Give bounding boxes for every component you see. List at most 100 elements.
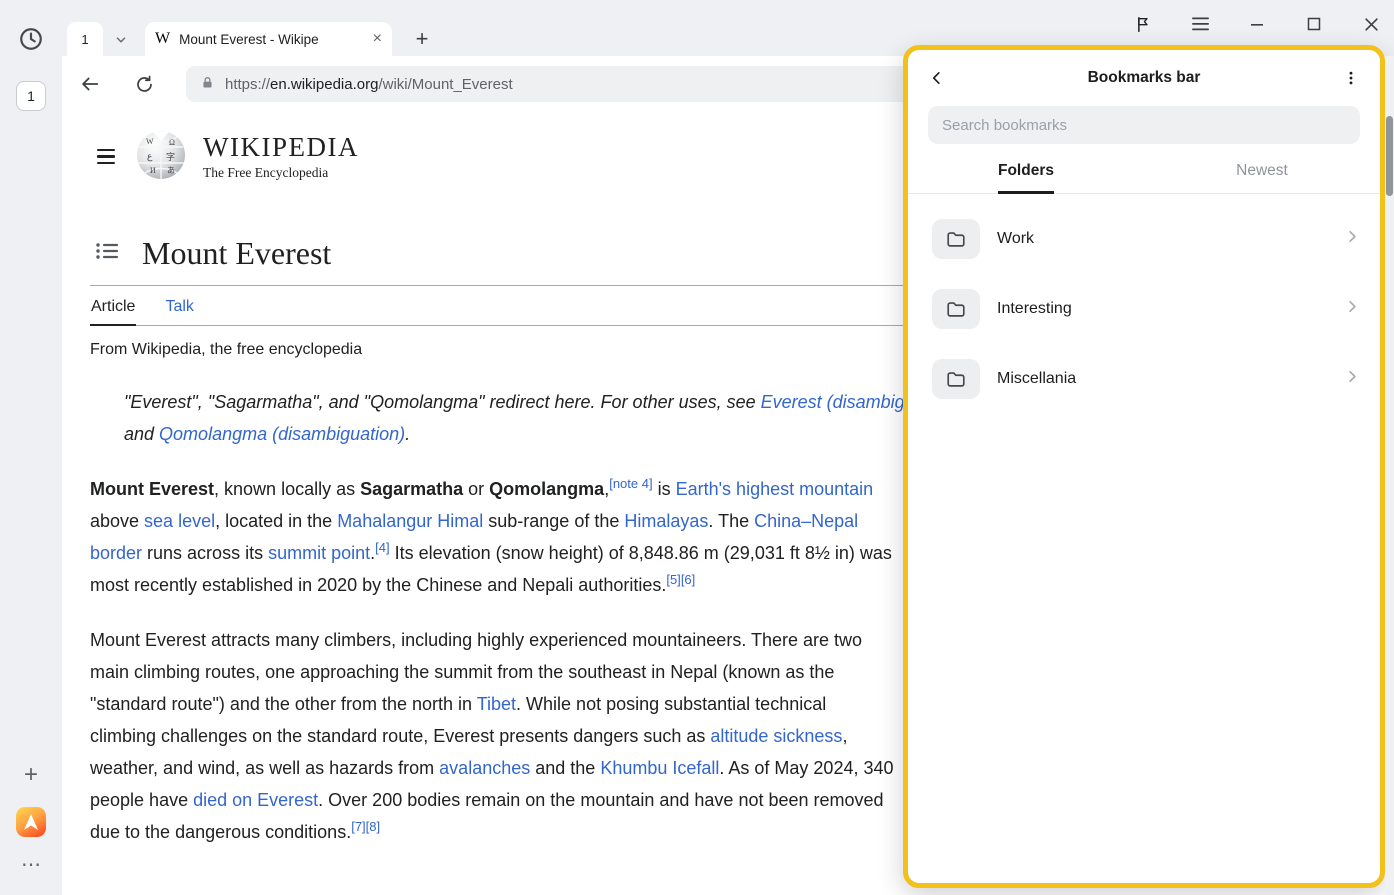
panel-tab-newest[interactable]: Newest (1144, 162, 1380, 193)
url-path: /wiki/Mount_Everest (378, 76, 512, 93)
folder-list: Work Interesting (908, 194, 1380, 414)
text-segment: , known locally as (214, 479, 360, 499)
panel-back-icon[interactable] (926, 67, 948, 89)
yandex-browser-icon[interactable] (16, 807, 46, 837)
svg-text:ع: ع (147, 151, 153, 162)
reference-link[interactable]: [5] (666, 572, 680, 587)
chevron-right-icon (1345, 229, 1360, 249)
lead-paragraph: Mount Everest, known locally as Sagarmat… (90, 473, 896, 601)
browser-window: 1 + ⋯ 1 W Mount Everest - Wikipe × + (0, 0, 1394, 895)
url-scheme: https:// (225, 76, 270, 93)
bookmarks-search-input[interactable] (942, 117, 1346, 134)
bookmarks-search (928, 106, 1360, 144)
panel-tab-folders[interactable]: Folders (908, 162, 1144, 193)
window-minimize-icon[interactable] (1248, 15, 1266, 33)
tab-talk[interactable]: Talk (164, 288, 194, 325)
bookmarks-panel-header: Bookmarks bar (908, 50, 1380, 96)
wikipedia-tagline: The Free Encyclopedia (203, 165, 359, 181)
wiki-link[interactable]: summit point (268, 543, 370, 563)
browser-sidebar: 1 + ⋯ (0, 0, 62, 895)
tab-title: Mount Everest - Wikipe (179, 32, 364, 47)
sidebar-more-icon[interactable]: ⋯ (21, 855, 41, 875)
wikipedia-wordmark-block[interactable]: WIKIPEDIA The Free Encyclopedia (203, 132, 359, 181)
window-control-area (1134, 8, 1380, 40)
url-text: https://en.wikipedia.org/wiki/Mount_Ever… (225, 76, 513, 93)
wiki-link[interactable]: Qomolangma (disambiguation) (159, 424, 405, 444)
active-tab[interactable]: W Mount Everest - Wikipe × (145, 22, 392, 56)
tab-group-chip[interactable]: 1 (67, 22, 103, 56)
page-scrollbar[interactable] (1385, 56, 1394, 895)
svg-text:字: 字 (166, 151, 175, 162)
page-title: Mount Everest (142, 235, 331, 272)
wiki-link[interactable]: Tibet (477, 694, 516, 714)
scrollbar-thumb[interactable] (1386, 116, 1393, 196)
sidebar-add-button[interactable]: + (24, 763, 38, 787)
text-segment: runs across its (142, 543, 268, 563)
reference-link[interactable]: [4] (375, 540, 389, 555)
bookmarks-panel: Bookmarks bar Folders Newest Work (903, 45, 1385, 888)
wiki-link[interactable]: altitude sickness (710, 726, 842, 746)
wiki-link[interactable]: Mahalangur Himal (337, 511, 483, 531)
text-segment: above (90, 511, 144, 531)
text-segment: , located in the (215, 511, 337, 531)
wiki-link[interactable]: Himalayas (624, 511, 708, 531)
lock-icon (200, 74, 215, 95)
svg-text:И: И (150, 166, 156, 175)
wiki-link[interactable]: sea level (144, 511, 215, 531)
bold-text: Sagarmatha (360, 479, 463, 499)
tab-counter[interactable]: 1 (16, 81, 46, 111)
panel-tab-folders-label: Folders (998, 162, 1054, 194)
panel-tab-newest-label: Newest (1236, 162, 1288, 191)
bold-text: Qomolangma (489, 479, 604, 499)
text-segment: and (124, 424, 159, 444)
wiki-link[interactable]: died on Everest (193, 790, 318, 810)
chevron-right-icon (1345, 299, 1360, 319)
wikipedia-menu-icon[interactable] (97, 149, 115, 164)
reference-link[interactable]: [8] (366, 819, 380, 834)
window-close-icon[interactable] (1362, 15, 1380, 33)
folder-row-miscellania[interactable]: Miscellania (932, 344, 1360, 414)
wikipedia-wordmark: WIKIPEDIA (203, 132, 359, 163)
svg-text:W: W (146, 137, 154, 146)
panel-title: Bookmarks bar (948, 69, 1340, 87)
window-maximize-icon[interactable] (1305, 15, 1323, 33)
bookmarks-panel-icon[interactable] (1134, 15, 1152, 33)
folder-label: Interesting (997, 300, 1345, 318)
folder-label: Work (997, 230, 1345, 248)
folder-row-work[interactable]: Work (932, 204, 1360, 274)
url-host: en.wikipedia.org (270, 76, 378, 93)
panel-kebab-menu-icon[interactable] (1340, 67, 1362, 89)
text-segment: or (463, 479, 489, 499)
folder-label: Miscellania (997, 370, 1345, 388)
tab-article[interactable]: Article (90, 288, 136, 326)
text-segment: is (653, 479, 676, 499)
table-of-contents-icon[interactable] (96, 242, 118, 265)
history-clock-icon[interactable] (18, 26, 44, 57)
folder-icon (932, 359, 980, 399)
text-segment: . The (708, 511, 754, 531)
wiki-link[interactable]: avalanches (439, 758, 530, 778)
tab-list-chevron-down-icon[interactable] (108, 30, 134, 50)
folder-row-interesting[interactable]: Interesting (932, 274, 1360, 344)
panel-tabs: Folders Newest (908, 162, 1380, 194)
browser-menu-icon[interactable] (1191, 15, 1209, 33)
new-tab-button[interactable]: + (407, 24, 437, 54)
reference-link[interactable]: [6] (681, 572, 695, 587)
text-segment: and the (530, 758, 600, 778)
folder-icon (932, 219, 980, 259)
back-icon[interactable] (78, 72, 102, 96)
reference-link[interactable]: [7] (351, 819, 365, 834)
wiki-link[interactable]: Khumbu Icefall (600, 758, 719, 778)
reload-icon[interactable] (132, 72, 156, 96)
second-paragraph: Mount Everest attracts many climbers, in… (90, 624, 896, 848)
text-segment: . (405, 424, 410, 444)
bold-text: Mount Everest (90, 479, 214, 499)
tab-close-icon[interactable]: × (373, 31, 382, 47)
reference-link[interactable]: [note 4] (609, 476, 652, 491)
text-segment: sub-range of the (483, 511, 624, 531)
wiki-link[interactable]: Earth's highest mountain (676, 479, 874, 499)
svg-text:あ: あ (167, 166, 175, 175)
wikipedia-globe-logo[interactable]: W Ω ع 字 И あ (135, 128, 187, 185)
svg-text:Ω: Ω (169, 138, 175, 147)
folder-icon (932, 289, 980, 329)
